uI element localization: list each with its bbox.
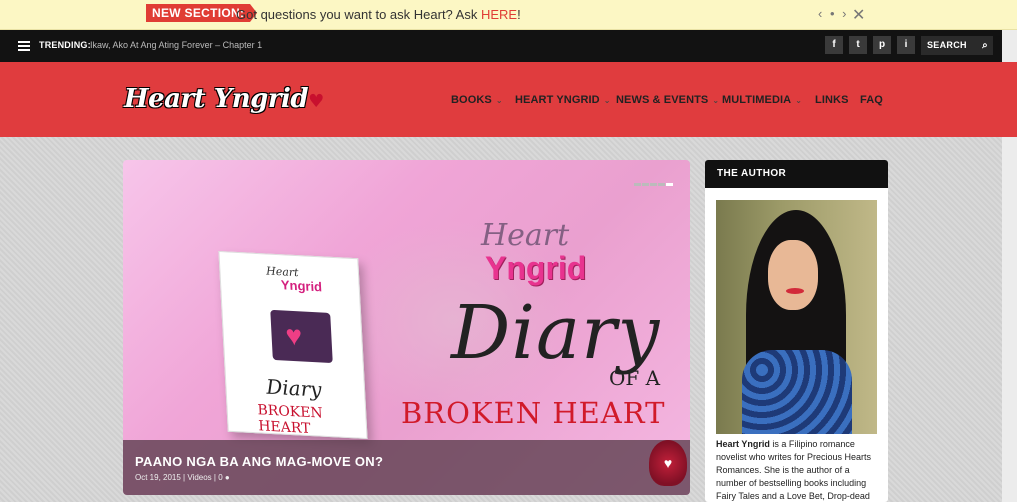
slider-author-script: Heart xyxy=(481,218,570,253)
author-face xyxy=(768,240,818,310)
slider-dot-active[interactable] xyxy=(666,183,673,186)
notice-text: Got questions you want to ask Heart? Ask xyxy=(236,7,481,22)
nav-multimedia[interactable]: MULTIMEDIA ⌄ xyxy=(722,94,802,106)
twitter-icon[interactable]: t xyxy=(849,36,867,54)
search-input[interactable]: SEARCH ⌕ xyxy=(921,36,993,55)
hamburger-menu-icon[interactable] xyxy=(18,41,30,51)
nav-links-label: LINKS xyxy=(815,94,849,106)
rose-heart-icon: ♥ xyxy=(649,440,687,486)
nav-news-events[interactable]: NEWS & EVENTS ⌄ xyxy=(616,94,719,106)
nav-links[interactable]: LINKS xyxy=(815,94,849,106)
slider-title-broken: BROKEN HEART xyxy=(401,396,666,430)
new-section-badge: NEW SECTION: xyxy=(146,4,258,22)
nav-multimedia-label: MULTIMEDIA xyxy=(722,94,792,106)
close-icon[interactable]: ✕ xyxy=(852,5,865,25)
notice-here-link[interactable]: HERE xyxy=(481,7,517,22)
facebook-icon[interactable]: f xyxy=(825,36,843,54)
pinterest-icon[interactable]: p xyxy=(873,36,891,54)
slider-title-diary: Diary xyxy=(451,290,661,376)
nav-faq[interactable]: FAQ xyxy=(860,94,883,106)
nav-books[interactable]: BOOKS ⌄ xyxy=(451,94,503,106)
site-logo[interactable]: Heart Yngrid♥ xyxy=(124,84,324,114)
book-author-name: Yngrid xyxy=(280,277,323,295)
nav-heart-yngrid[interactable]: HEART YNGRID ⌄ xyxy=(515,94,611,106)
featured-slider[interactable]: Heart Yngrid ♥ Diary BROKEN HEART Heart … xyxy=(123,160,690,495)
trending-link[interactable]: Ikaw, Ako At Ang Ating Forever – Chapter… xyxy=(90,40,262,50)
post-comment-count[interactable]: 0 xyxy=(218,473,222,482)
chevron-down-icon: ⌄ xyxy=(712,96,720,105)
heart-icon: ♥ xyxy=(284,319,303,352)
notice-exclaim: ! xyxy=(517,7,521,22)
logo-text: Heart Yngrid xyxy=(124,84,309,114)
chevron-down-icon: ⌄ xyxy=(795,96,803,105)
author-lips xyxy=(786,288,804,294)
book-title-diary: Diary xyxy=(265,374,323,402)
author-bio: Heart Yngrid is a Filipino romance novel… xyxy=(716,438,881,502)
trending-label: TRENDING: xyxy=(39,40,91,50)
slider-dot[interactable] xyxy=(650,183,657,186)
slider-dot[interactable] xyxy=(634,183,641,186)
slider-dot[interactable] xyxy=(658,183,665,186)
slider-dot[interactable] xyxy=(642,183,649,186)
comment-icon: ● xyxy=(224,473,230,482)
top-bar: TRENDING: Ikaw, Ako At Ang Ating Forever… xyxy=(0,30,1017,62)
author-name: Heart Yngrid xyxy=(716,439,770,449)
author-dress xyxy=(742,350,852,434)
nav-books-label: BOOKS xyxy=(451,94,492,106)
search-placeholder: SEARCH xyxy=(927,40,967,50)
widget-title: THE AUTHOR xyxy=(705,160,888,188)
author-photo xyxy=(716,200,877,434)
book-cover-image: Heart Yngrid ♥ Diary BROKEN HEART xyxy=(218,250,368,440)
post-date: Oct 19, 2015 xyxy=(135,473,181,482)
post-title-link[interactable]: PAANO NGA BA ANG MAG-MOVE ON? xyxy=(135,454,383,469)
nav-news-events-label: NEWS & EVENTS xyxy=(616,94,709,106)
post-meta: Oct 19, 2015 | Videos | 0 ● xyxy=(135,473,230,482)
slider-caption: PAANO NGA BA ANG MAG-MOVE ON? Oct 19, 20… xyxy=(123,440,690,495)
post-category-link[interactable]: Videos xyxy=(187,473,211,482)
nav-heart-yngrid-label: HEART YNGRID xyxy=(515,94,600,106)
search-icon[interactable]: ⌕ xyxy=(982,36,988,55)
author-widget: THE AUTHOR Heart Yngrid is a Filipino ro… xyxy=(705,160,888,502)
slider-author-name: Yngrid xyxy=(485,250,587,286)
nav-faq-label: FAQ xyxy=(860,94,883,106)
logo-heart-icon: ♥ xyxy=(308,91,324,112)
chevron-down-icon: ⌄ xyxy=(495,96,503,105)
instagram-icon[interactable]: i xyxy=(897,36,915,54)
slider-pagination[interactable] xyxy=(634,173,674,191)
notice-message: Got questions you want to ask Heart? Ask… xyxy=(236,7,521,22)
notice-pager-icon[interactable]: ‹ • › xyxy=(818,6,848,21)
slider-title-ofa: OF A xyxy=(609,366,661,390)
chevron-down-icon: ⌄ xyxy=(603,96,611,105)
book-title-broken: BROKEN HEART xyxy=(257,402,324,438)
notification-bar: NEW SECTION: Got questions you want to a… xyxy=(0,0,1017,30)
